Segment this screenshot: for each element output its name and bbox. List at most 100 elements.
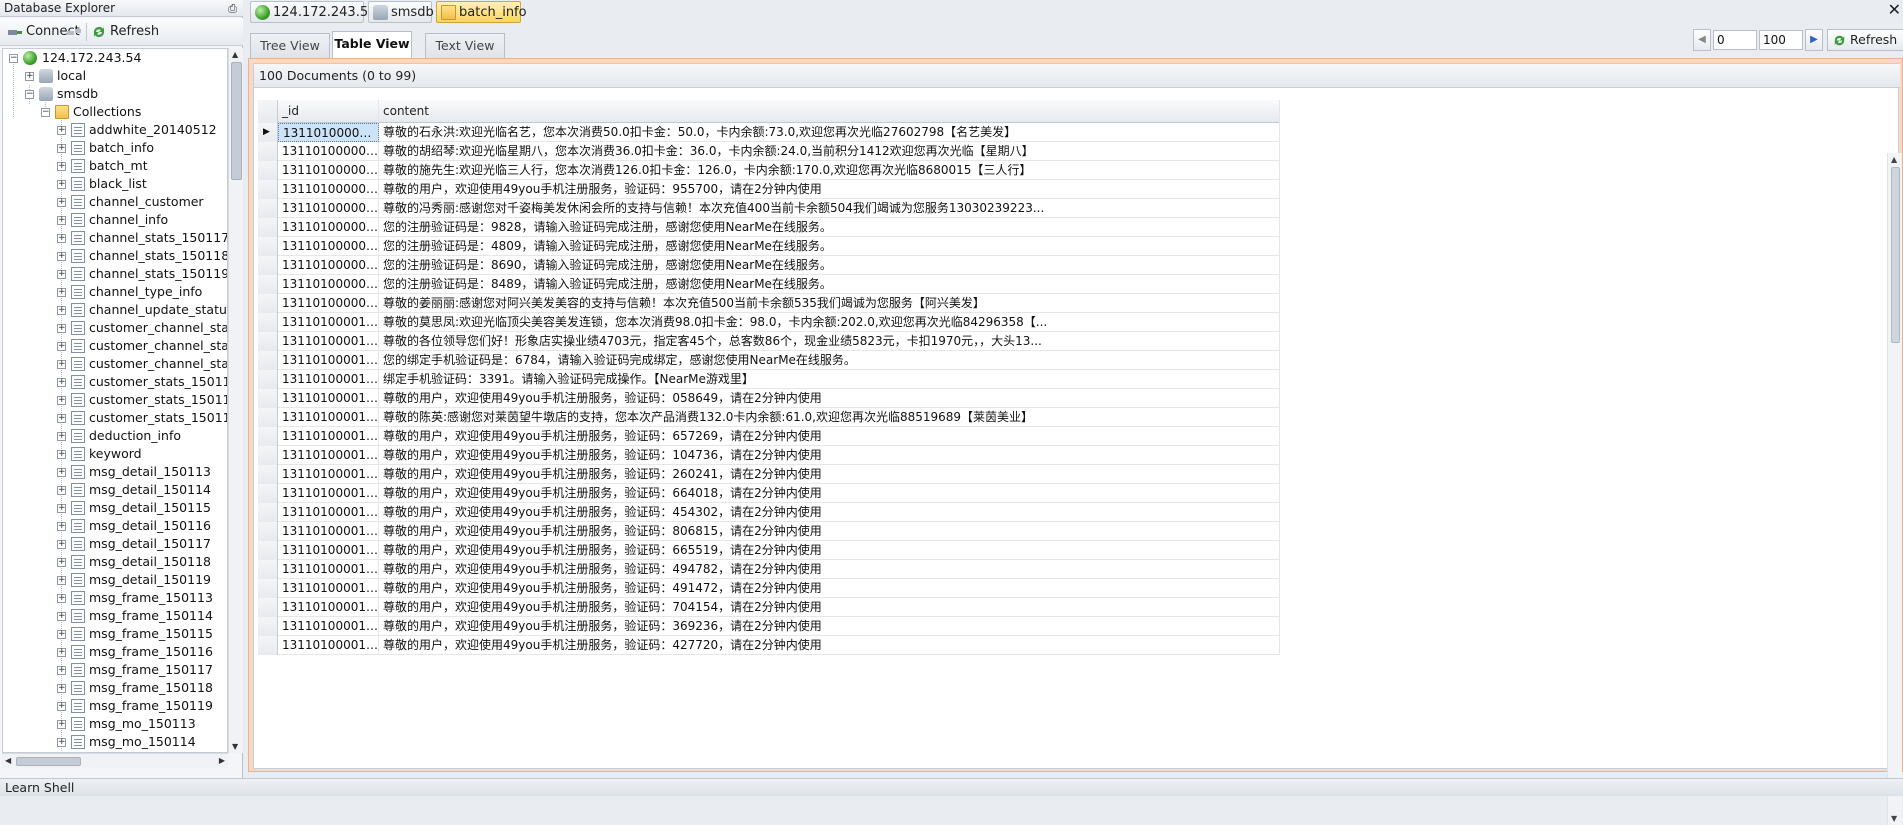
cell-id[interactable]: 1311010000198...: [278, 541, 379, 560]
cell-id[interactable]: 1311010000188...: [278, 484, 379, 503]
scroll-thumb[interactable]: [231, 62, 242, 180]
cell-id[interactable]: 1311010000188...: [278, 446, 379, 465]
row-header[interactable]: [258, 560, 278, 579]
cell-content[interactable]: 尊敬的用户，欢迎使用49you手机注册服务，验证码：491472，请在2分钟内使…: [379, 579, 1280, 598]
documents-grid[interactable]: _id content ▶ 1311010000024...尊敬的石永洪:欢迎光临…: [258, 100, 1280, 770]
disconnect-icon[interactable]: [66, 24, 82, 40]
expand-icon[interactable]: +: [57, 594, 66, 603]
tab-tree-view[interactable]: Tree View: [250, 33, 330, 58]
expand-icon[interactable]: +: [57, 612, 66, 621]
cell-content[interactable]: 尊敬的胡绍琴:欢迎光临星期八，您本次消费36.0扣卡金：36.0，卡内余额:24…: [379, 142, 1280, 161]
row-header[interactable]: [258, 636, 278, 655]
table-row[interactable]: 1311010000198...尊敬的用户，欢迎使用49you手机注册服务，验证…: [258, 541, 1280, 560]
table-row[interactable]: 1311010000188...尊敬的用户，欢迎使用49you手机注册服务，验证…: [258, 465, 1280, 484]
expand-icon[interactable]: +: [57, 576, 66, 585]
row-header[interactable]: [258, 142, 278, 161]
expand-icon[interactable]: +: [57, 486, 66, 495]
row-header[interactable]: [258, 237, 278, 256]
expand-icon[interactable]: +: [57, 252, 66, 261]
expand-icon[interactable]: +: [57, 414, 66, 423]
scroll-up-icon[interactable]: ▲: [1891, 155, 1897, 164]
cell-content[interactable]: 尊敬的用户，欢迎使用49you手机注册服务，验证码：704154，请在2分钟内使…: [379, 598, 1280, 617]
cell-content[interactable]: 尊敬的用户，欢迎使用49you手机注册服务，验证码：665519，请在2分钟内使…: [379, 541, 1280, 560]
expand-icon[interactable]: +: [57, 306, 66, 315]
cell-id[interactable]: 1311010000048...: [278, 180, 379, 199]
scroll-up-icon[interactable]: ▲: [232, 50, 238, 59]
expand-icon[interactable]: +: [57, 126, 66, 135]
table-row[interactable]: 1311010000188...尊敬的用户，欢迎使用49you手机注册服务，验证…: [258, 522, 1280, 541]
row-header[interactable]: [258, 408, 278, 427]
cell-id[interactable]: 1311010000168...: [278, 389, 379, 408]
row-header[interactable]: ▶: [258, 123, 278, 142]
grid-refresh-button[interactable]: Refresh: [1827, 29, 1903, 51]
table-row[interactable]: 1311010000058...您的注册验证码是：4809，请输入验证码完成注册…: [258, 237, 1280, 256]
table-row[interactable]: 1311010000198...尊敬的用户，欢迎使用49you手机注册服务，验证…: [258, 579, 1280, 598]
row-header[interactable]: [258, 503, 278, 522]
row-header[interactable]: [258, 617, 278, 636]
expand-icon[interactable]: +: [57, 216, 66, 225]
cell-content[interactable]: 尊敬的石永洪:欢迎光临名艺，您本次消费50.0扣卡金：50.0，卡内余额:73.…: [379, 123, 1280, 142]
table-row[interactable]: 1311010000198...尊敬的用户，欢迎使用49you手机注册服务，验证…: [258, 560, 1280, 579]
row-header[interactable]: [258, 294, 278, 313]
expand-icon[interactable]: +: [57, 558, 66, 567]
cell-content[interactable]: 尊敬的冯秀丽:感谢您对千姿梅美发休闲会所的支持与信赖！本次充值400当前卡余额5…: [379, 199, 1280, 218]
scroll-thumb[interactable]: [1891, 167, 1900, 343]
cell-content[interactable]: 尊敬的用户，欢迎使用49you手机注册服务，验证码：806815，请在2分钟内使…: [379, 522, 1280, 541]
next-page-icon[interactable]: ▶: [1805, 29, 1823, 51]
cell-id[interactable]: 1311010000024...: [278, 123, 379, 142]
expand-icon[interactable]: +: [57, 234, 66, 243]
cell-content[interactable]: 您的注册验证码是：9828，请输入验证码完成注册，感谢您使用NearMe在线服务…: [379, 218, 1280, 237]
tab-table-view[interactable]: Table View: [332, 31, 412, 58]
status-bar[interactable]: Learn Shell: [0, 778, 1903, 796]
expand-icon[interactable]: +: [57, 288, 66, 297]
cell-id[interactable]: 1311010000198...: [278, 598, 379, 617]
cell-content[interactable]: 尊敬的用户，欢迎使用49you手机注册服务，验证码：104736，请在2分钟内使…: [379, 446, 1280, 465]
table-row[interactable]: 1311010000094...尊敬的姜丽丽:感谢您对阿兴美发美容的支持与信赖！…: [258, 294, 1280, 313]
grid-vertical-scrollbar[interactable]: ▲ ▼: [1887, 153, 1902, 825]
table-row[interactable]: 1311010000058...您的注册验证码是：8489，请输入验证码完成注册…: [258, 275, 1280, 294]
cell-id[interactable]: 1311010000128...: [278, 351, 379, 370]
row-header[interactable]: [258, 446, 278, 465]
row-header[interactable]: [258, 161, 278, 180]
table-row[interactable]: 1311010000168...尊敬的用户，欢迎使用49you手机注册服务，验证…: [258, 389, 1280, 408]
cell-content[interactable]: 尊敬的陈英:感谢您对莱茵望牛墩店的支持，您本次产品消费132.0卡内余额:61.…: [379, 408, 1280, 427]
cell-content[interactable]: 尊敬的用户，欢迎使用49you手机注册服务，验证码：260241，请在2分钟内使…: [379, 465, 1280, 484]
row-header[interactable]: [258, 579, 278, 598]
prev-page-icon[interactable]: ◀: [1693, 29, 1711, 51]
table-row[interactable]: 1311010000104...尊敬的莫思凤:欢迎光临顶尖美容美发连锁，您本次消…: [258, 313, 1280, 332]
table-row[interactable]: 1311010000148...绑定手机验证码：3391。请输入验证码完成操作。…: [258, 370, 1280, 389]
tab-database[interactable]: smsdb: [368, 1, 434, 23]
cell-content[interactable]: 尊敬的用户，欢迎使用49you手机注册服务，验证码：494782，请在2分钟内使…: [379, 560, 1280, 579]
scroll-right-icon[interactable]: ▶: [219, 756, 225, 765]
table-row[interactable]: 1311010000198...尊敬的用户，欢迎使用49you手机注册服务，验证…: [258, 598, 1280, 617]
cell-id[interactable]: 1311010000034...: [278, 161, 379, 180]
expand-icon[interactable]: +: [57, 432, 66, 441]
cell-id[interactable]: 1311010000188...: [278, 522, 379, 541]
cell-id[interactable]: 1311010000198...: [278, 560, 379, 579]
cell-id[interactable]: 1311010000058...: [278, 256, 379, 275]
skip-input[interactable]: 0: [1713, 30, 1757, 50]
cell-id[interactable]: 1311010000104...: [278, 332, 379, 351]
row-header[interactable]: [258, 484, 278, 503]
explorer-refresh-button[interactable]: Refresh: [88, 22, 163, 42]
limit-input[interactable]: 100: [1759, 30, 1803, 50]
row-header[interactable]: [258, 351, 278, 370]
table-row[interactable]: 1311010000198...尊敬的用户，欢迎使用49you手机注册服务，验证…: [258, 617, 1280, 636]
cell-content[interactable]: 尊敬的用户，欢迎使用49you手机注册服务，验证码：657269，请在2分钟内使…: [379, 427, 1280, 446]
close-icon[interactable]: ✕: [1888, 0, 1901, 19]
expand-icon[interactable]: +: [57, 504, 66, 513]
tab-text-view[interactable]: Text View: [425, 33, 505, 58]
tree-horizontal-scrollbar[interactable]: ◀ ▶: [2, 753, 228, 768]
cell-id[interactable]: 1311010000044...: [278, 199, 379, 218]
row-header[interactable]: [258, 541, 278, 560]
table-row[interactable]: 1311010000048...尊敬的用户，欢迎使用49you手机注册服务，验证…: [258, 180, 1280, 199]
row-header[interactable]: [258, 427, 278, 446]
row-header[interactable]: [258, 389, 278, 408]
expand-icon[interactable]: +: [57, 738, 66, 747]
column-header-id[interactable]: _id: [278, 100, 379, 123]
expand-icon[interactable]: +: [57, 702, 66, 711]
collapse-icon[interactable]: −: [41, 108, 50, 117]
expand-icon[interactable]: +: [57, 648, 66, 657]
table-row[interactable]: 1311010000024...尊敬的胡绍琴:欢迎光临星期八，您本次消费36.0…: [258, 142, 1280, 161]
row-header[interactable]: [258, 275, 278, 294]
